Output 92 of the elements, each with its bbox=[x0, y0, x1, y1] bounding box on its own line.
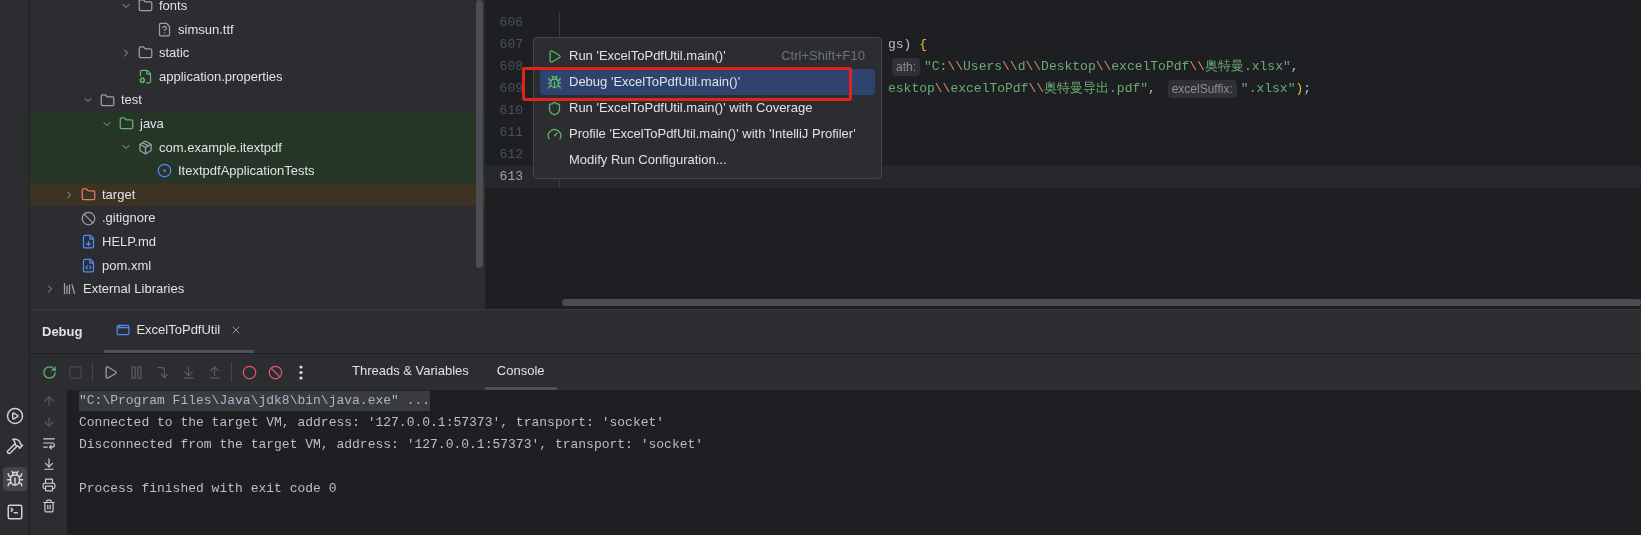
code-token: 奥特曼导出.pdf" bbox=[1044, 80, 1149, 99]
menu-item[interactable]: Profile 'ExcelToPdfUtil.main()' with 'IntelliJ Profiler' bbox=[540, 121, 875, 147]
code-token: \\ bbox=[1028, 80, 1045, 99]
folder-icon bbox=[81, 187, 96, 203]
session-tab[interactable]: ExcelToPdfUtil bbox=[104, 310, 255, 353]
rerun-icon bbox=[41, 364, 57, 380]
panel-title: Debug bbox=[42, 322, 83, 341]
folder-icon bbox=[138, 45, 153, 61]
code-token: \\ bbox=[1189, 58, 1205, 77]
menu-item[interactable]: Run 'ExcelToPdfUtil.main()' with Coverage bbox=[540, 95, 875, 121]
tree-item-label[interactable]: fonts bbox=[159, 0, 188, 16]
code-token: esktop bbox=[888, 80, 935, 99]
code-token: d bbox=[1017, 58, 1026, 77]
trash-icon[interactable] bbox=[41, 499, 56, 513]
code-token: Desktop bbox=[1041, 58, 1096, 77]
highlighted-tree-row[interactable]: target bbox=[30, 182, 485, 207]
hammer-icon[interactable] bbox=[5, 437, 24, 455]
code-token: gs) bbox=[888, 36, 913, 55]
scroll-to-end-icon[interactable] bbox=[41, 457, 56, 471]
view-tab[interactable]: Threads & Variables bbox=[340, 354, 481, 390]
code-token: 奥特曼.xlsx" bbox=[1204, 58, 1291, 77]
terminal-icon[interactable] bbox=[5, 503, 24, 521]
highlighted-tree-row[interactable]: ItextpdfApplicationTests bbox=[30, 159, 485, 183]
file-arrow-icon bbox=[81, 234, 96, 250]
tree-item-label[interactable]: External Libraries bbox=[83, 279, 185, 299]
menu-item[interactable]: Debug 'ExcelToPdfUtil.main()' bbox=[540, 69, 875, 95]
breakpoints-icon bbox=[241, 364, 257, 380]
folder-icon bbox=[119, 116, 134, 132]
code-token: ".xlsx" bbox=[1240, 80, 1296, 99]
tree-item-label[interactable]: HELP.md bbox=[102, 232, 156, 252]
highlighted-tree-row[interactable]: com.example.itextpdf bbox=[30, 135, 485, 160]
console-line: Connected to the target VM, address: '127.0.0.1:57373', transport: 'socket' bbox=[79, 414, 665, 433]
tree-item-label[interactable]: com.example.itextpdf bbox=[159, 137, 282, 158]
bug-icon bbox=[546, 74, 562, 90]
step-over-icon bbox=[154, 364, 170, 380]
code-token: \\ bbox=[947, 58, 964, 77]
code-token: excelToPdf bbox=[950, 80, 1029, 99]
shield-icon bbox=[546, 100, 562, 116]
menu-item[interactable]: Run 'ExcelToPdfUtil.main()' Ctrl+Shift+F10 bbox=[540, 43, 875, 69]
tree-item-label[interactable]: target bbox=[102, 184, 136, 205]
folder-icon bbox=[100, 92, 115, 108]
highlighted-tree-row[interactable]: java bbox=[30, 111, 485, 136]
folder-icon bbox=[138, 0, 153, 14]
code-token: , bbox=[1290, 58, 1299, 77]
class-icon bbox=[157, 163, 172, 179]
window-icon bbox=[116, 323, 131, 337]
tree-item-label[interactable]: ItextpdfApplicationTests bbox=[178, 161, 315, 181]
parameter-hint: ath: bbox=[892, 58, 920, 76]
tree-item-label[interactable]: pom.xml bbox=[102, 255, 152, 276]
line-number: 613 bbox=[499, 168, 523, 187]
code-token: "C: bbox=[924, 58, 948, 77]
stop-icon bbox=[67, 364, 83, 380]
tab-label[interactable]: ExcelToPdfUtil bbox=[136, 320, 221, 340]
bug-icon bbox=[5, 470, 24, 488]
services-icon[interactable] bbox=[5, 407, 24, 425]
ignore-icon bbox=[81, 210, 96, 226]
debug-tool-button[interactable] bbox=[2, 467, 27, 491]
pause-icon bbox=[128, 364, 144, 380]
file-code-icon bbox=[81, 257, 96, 273]
code-token: \\ bbox=[1025, 58, 1042, 77]
code-token: ) bbox=[1295, 80, 1304, 99]
tree-item-label[interactable]: .gitignore bbox=[102, 208, 156, 228]
code-token: , bbox=[1148, 80, 1157, 99]
code-token: \\ bbox=[1095, 58, 1112, 77]
code-token: Users bbox=[963, 58, 1003, 77]
code-token: ; bbox=[1303, 80, 1312, 99]
resume-icon bbox=[102, 364, 118, 380]
gauge-icon bbox=[546, 126, 562, 142]
code-token: \\ bbox=[1002, 58, 1018, 77]
print-icon[interactable] bbox=[41, 478, 56, 492]
file-gear-icon bbox=[138, 69, 153, 85]
tree-item-label[interactable]: static bbox=[159, 43, 190, 63]
tree-item-label[interactable]: test bbox=[121, 90, 142, 110]
code-token: excelToPdf bbox=[1111, 58, 1190, 77]
scrollbar[interactable] bbox=[562, 299, 1641, 306]
code-token: { bbox=[919, 36, 928, 55]
menu-item[interactable]: Modify Run Configuration... bbox=[540, 147, 875, 173]
library-icon bbox=[62, 281, 77, 297]
play-icon bbox=[546, 48, 562, 64]
code-token: \\ bbox=[934, 80, 951, 99]
soft-wrap-icon[interactable] bbox=[41, 436, 56, 450]
console-line: Disconnected from the target VM, address: '127.0.0.1:57373', transport: 'socket' bbox=[79, 436, 704, 455]
tree-item-label[interactable]: application.properties bbox=[159, 66, 283, 87]
parameter-hint: excelSuffix: bbox=[1167, 80, 1237, 98]
file-question-icon bbox=[157, 21, 172, 37]
tree-item-label[interactable]: simsun.ttf bbox=[178, 19, 234, 40]
console-line: Process finished with exit code 0 bbox=[79, 480, 337, 499]
more-icon bbox=[299, 364, 303, 380]
scrollbar[interactable] bbox=[476, 0, 483, 268]
package-icon bbox=[138, 139, 153, 155]
mute-breakpoints-icon bbox=[267, 364, 283, 380]
tree-item-label[interactable]: java bbox=[140, 114, 164, 134]
